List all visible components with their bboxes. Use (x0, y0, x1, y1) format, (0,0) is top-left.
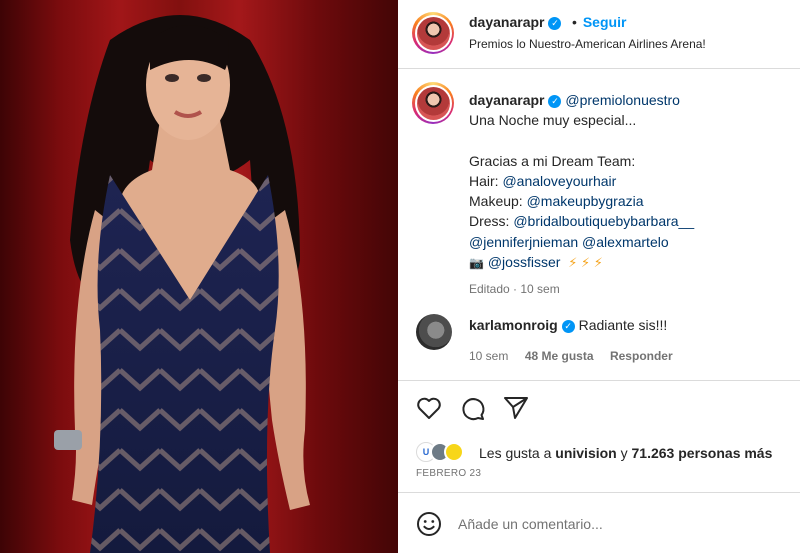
post-sidebar: dayanarapr ✓ • Seguir Premios lo Nuestro-A… (398, 0, 800, 553)
caption-line: Gracias a mi Dream Team: (469, 152, 636, 169)
comment-input[interactable] (458, 512, 778, 536)
lightning-bolts: ⚡ ⚡ ⚡ (568, 255, 603, 271)
post-caption: dayanarapr ✓ @premiolonuestro Una Noche m… (469, 90, 789, 300)
mention-link[interactable]: @makeupbygrazia (527, 193, 644, 209)
post-header: dayanarapr ✓ • Seguir (469, 14, 626, 32)
mention-link[interactable]: @premiolonuestro (565, 92, 680, 108)
comment-likes[interactable]: 48 Me gusta (525, 349, 594, 363)
comment-age[interactable]: 10 sem (469, 349, 508, 363)
comment-avatar[interactable] (416, 314, 452, 350)
verified-badge-icon: ✓ (548, 17, 562, 30)
reply-button[interactable]: Responder (610, 349, 673, 363)
post-photo[interactable] (0, 0, 398, 553)
header-separator: • (571, 14, 577, 30)
liker-avatars[interactable]: U (416, 442, 468, 462)
comment: karlamonroig ✓ Radiante sis!!! (469, 317, 667, 333)
mention-link[interactable]: @analoveyourhair (502, 173, 616, 189)
photo-illustration (0, 0, 398, 553)
verified-badge-icon: ✓ (561, 320, 575, 333)
liker-avatar (444, 442, 464, 462)
caption-edited-time: Editado · 10 sem (469, 282, 560, 297)
caption-label: Makeup: (469, 193, 527, 210)
mention-link[interactable]: @bridalboutiquebybarbara__ (513, 213, 694, 229)
mention-link[interactable]: @alexmartelo (582, 234, 669, 250)
share-icon[interactable] (503, 396, 529, 420)
verified-badge-icon: ✓ (548, 95, 562, 108)
post-date[interactable]: FEBRERO 23 (416, 468, 481, 479)
caption-line: Una Noche muy especial... (469, 112, 637, 129)
camera-emoji-icon: 📷 (469, 256, 484, 271)
comment-meta: 10 sem 48 Me gusta Responder (469, 347, 673, 365)
author-username[interactable]: dayanarapr (469, 14, 544, 30)
caption-avatar[interactable] (412, 82, 454, 124)
post-location[interactable]: Premios lo Nuestro-American Airlines Are… (469, 37, 706, 51)
comment-icon[interactable] (460, 396, 486, 422)
heart-icon[interactable] (416, 396, 442, 420)
caption-label: Hair: (469, 172, 503, 189)
caption-label: Dress: (469, 213, 514, 230)
actions-divider (398, 380, 800, 381)
likes-prefix: Les gusta a (479, 445, 556, 461)
header-divider (398, 68, 800, 69)
mention-link[interactable]: @jenniferjnieman (469, 234, 578, 250)
caption-username[interactable]: dayanarapr (469, 92, 544, 108)
likes-connector: y (616, 445, 632, 461)
likes-count[interactable]: 71.263 personas más (632, 445, 773, 461)
comment-text: Radiante sis!!! (578, 317, 668, 333)
liker-username[interactable]: univision (555, 445, 616, 461)
follow-button[interactable]: Seguir (583, 14, 627, 30)
mention-link[interactable]: @jossfisser (488, 254, 561, 270)
emoji-icon[interactable] (416, 511, 442, 537)
likes-summary: Les gusta a univision y 71.263 personas … (479, 445, 772, 461)
comment-username[interactable]: karlamonroig (469, 317, 558, 333)
author-avatar[interactable] (412, 12, 454, 54)
composer-divider (398, 492, 800, 493)
